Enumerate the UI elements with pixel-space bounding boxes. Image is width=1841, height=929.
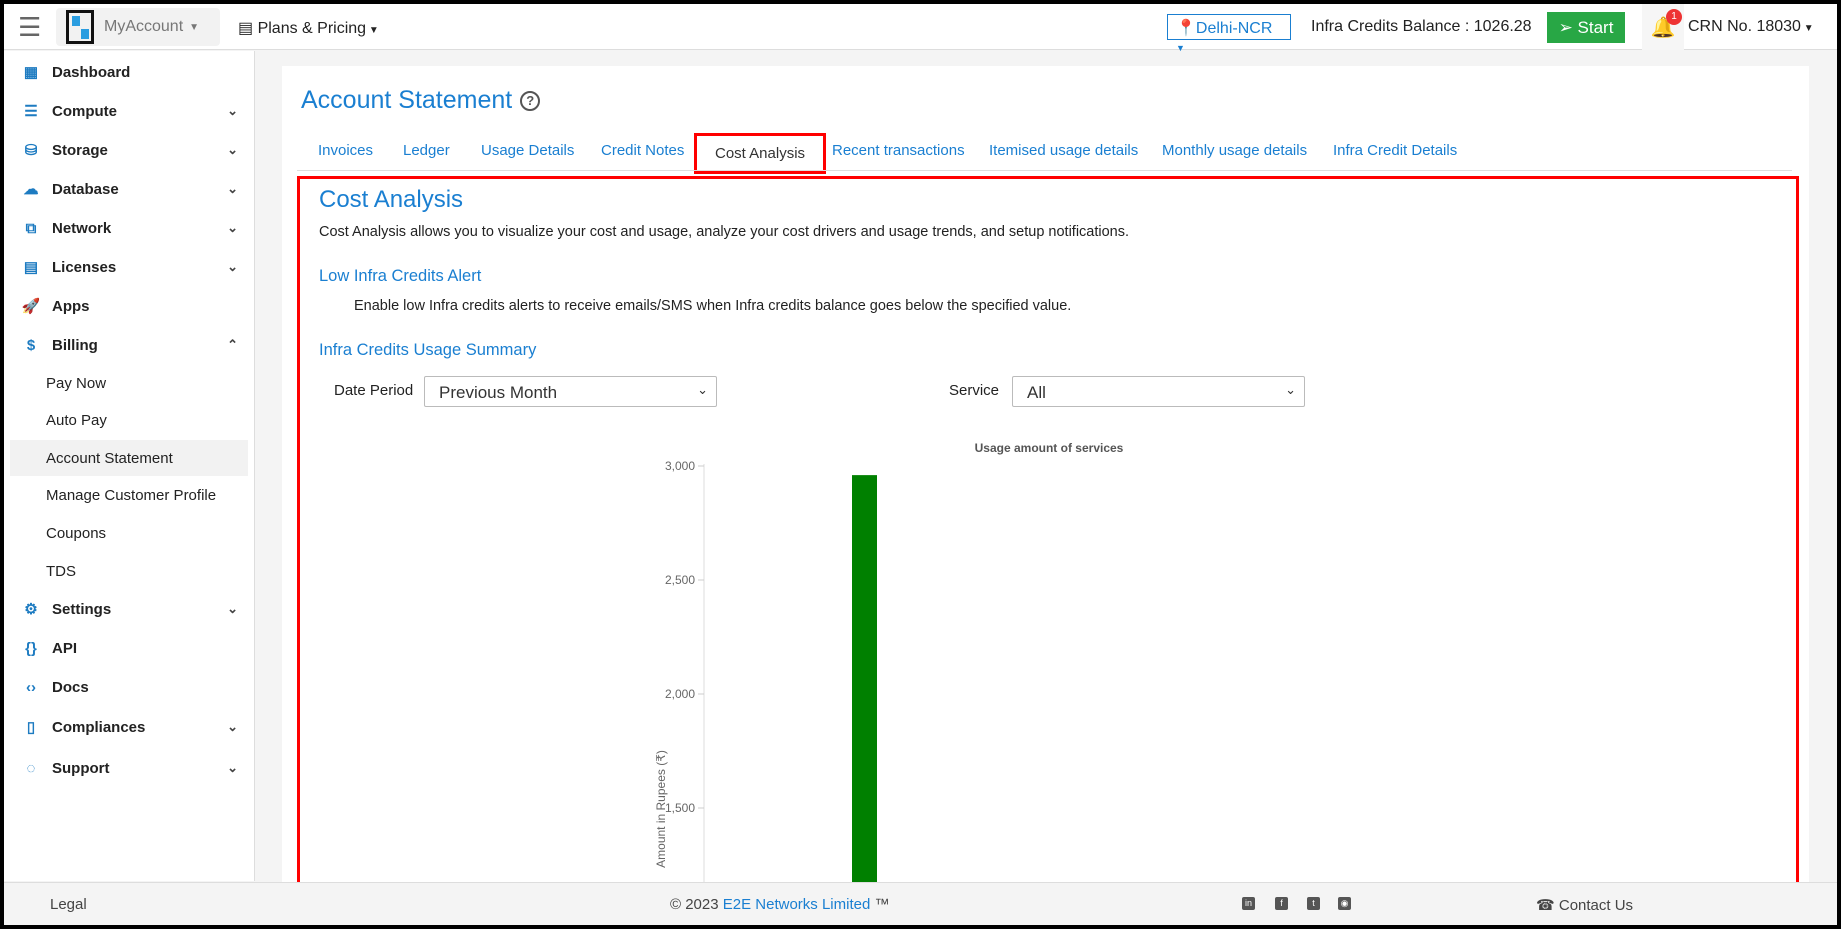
sidebar-item-compliances[interactable]: ▯ Compliances ⌄ (4, 709, 254, 745)
server-icon: ☰ (24, 103, 38, 120)
notifications-button[interactable]: 🔔 1 (1642, 4, 1684, 50)
sidebar-item-docs[interactable]: ‹› Docs (4, 669, 254, 705)
chevron-down-icon: ⌄ (227, 760, 238, 775)
sidebar-item-label: API (52, 639, 78, 657)
copyright: © 2023 E2E Networks Limited ™ (670, 896, 890, 913)
y-tick-label: 2,500 (665, 573, 695, 587)
sidebar-item-dashboard[interactable]: ▦ Dashboard (4, 54, 254, 90)
region-selector[interactable]: 📍Delhi-NCR ▼ (1167, 14, 1291, 53)
brand-label: MyAccount (104, 18, 184, 35)
sidebar-item-billing[interactable]: $ Billing ⌃ (4, 327, 254, 363)
sidebar-item-label: Docs (52, 678, 89, 696)
sidebar-item-label: Settings (52, 600, 112, 618)
cloud-database-icon: ☁ (23, 181, 39, 198)
chevron-down-icon: ⌄ (227, 142, 238, 157)
sidebar-subitem-manage-customer-profile[interactable]: Manage Customer Profile (10, 478, 248, 514)
rss-icon[interactable]: ◉ (1338, 897, 1351, 910)
linkedin-icon[interactable]: in (1242, 897, 1255, 910)
bar[interactable] (852, 475, 877, 884)
sidebar-item-compute[interactable]: ☰ Compute ⌄ (4, 93, 254, 129)
phone-icon: ☎ (1536, 897, 1559, 914)
sidebar-subitem-tds[interactable]: TDS (10, 553, 248, 589)
account-statement-card: Account Statement ? Invoices Ledger Usage … (282, 66, 1809, 896)
network-icon: ⧉ (25, 219, 37, 237)
sidebar-item-settings[interactable]: ⚙ Settings ⌄ (4, 591, 254, 627)
document-icon: ▯ (26, 719, 36, 736)
sidebar-item-database[interactable]: ☁ Database ⌄ (4, 171, 254, 207)
chevron-down-icon: ⌄ (227, 181, 238, 196)
sidebar-subitem-account-statement[interactable]: Account Statement (10, 440, 248, 477)
list-icon: ▤ (238, 20, 258, 37)
y-tick-label: 2,000 (665, 687, 695, 701)
chevron-down-icon: ⌄ (227, 601, 238, 616)
sidebar: ▦ Dashboard ☰ Compute ⌄ ⛁ Storage ⌄ ☁ Database ⌄ ⧉ N… (4, 51, 255, 881)
sidebar-item-label: Billing (52, 336, 98, 354)
chevron-down-icon: ⌄ (227, 220, 238, 235)
credits-balance: Infra Credits Balance : 1026.28 (1311, 18, 1532, 35)
contact-us-link[interactable]: ☎ Contact Us (1536, 896, 1633, 914)
topbar: ☰ MyAccount ▼ ▤ Plans & Pricing ▼ 📍Delhi-… (4, 4, 1837, 53)
chart-title: Usage amount of services (975, 441, 1124, 455)
twitter-icon[interactable]: t (1307, 897, 1320, 910)
sidebar-item-label: Licenses (52, 258, 117, 276)
chevron-up-icon: ⌃ (227, 337, 238, 352)
sidebar-item-licenses[interactable]: ▤ Licenses ⌄ (4, 249, 254, 285)
chevron-down-icon: ⌄ (227, 103, 238, 118)
rocket-icon: 🚀 (21, 298, 41, 315)
dashboard-icon: ▦ (23, 64, 39, 81)
y-tick-label: 3,000 (665, 459, 695, 473)
code-icon: ‹› (26, 678, 36, 696)
sidebar-item-label: Compute (52, 102, 117, 120)
paper-plane-icon: ➢ (1558, 17, 1578, 37)
sidebar-item-support[interactable]: ◌ Support ⌄ (4, 750, 254, 786)
sidebar-item-storage[interactable]: ⛁ Storage ⌄ (4, 132, 254, 168)
sidebar-subitem-pay-now[interactable]: Pay Now (10, 365, 248, 401)
menu-icon[interactable]: ☰ (18, 12, 41, 43)
sidebar-item-label: Apps (52, 297, 90, 315)
usage-chart: Usage amount of services 3,000 2,500 2,000 1… (654, 441, 1124, 884)
plans-pricing-menu[interactable]: ▤ Plans & Pricing ▼ (238, 18, 379, 38)
facebook-icon[interactable]: f (1275, 897, 1288, 910)
sidebar-item-apps[interactable]: 🚀 Apps (4, 288, 254, 324)
sidebar-item-network[interactable]: ⧉ Network ⌄ (4, 210, 254, 246)
sidebar-subitem-auto-pay[interactable]: Auto Pay (10, 403, 248, 439)
start-button[interactable]: ➢ Start (1547, 12, 1625, 43)
company-link[interactable]: E2E Networks Limited (723, 896, 871, 913)
billing-icon: $ (26, 336, 36, 354)
braces-icon: {} (25, 639, 37, 657)
sidebar-item-label: Support (52, 759, 110, 777)
y-tick-label: 1,500 (665, 801, 695, 815)
sidebar-item-label: Compliances (52, 718, 146, 736)
sidebar-subitem-coupons[interactable]: Coupons (10, 515, 248, 551)
sidebar-item-api[interactable]: {} API (4, 630, 254, 666)
sidebar-item-label: Database (52, 180, 119, 198)
account-menu[interactable]: CRN No. 18030 ▼ (1688, 18, 1814, 36)
location-icon: 📍 (1176, 20, 1196, 37)
support-icon: ◌ (26, 759, 36, 777)
brand-dropdown[interactable]: MyAccount ▼ (56, 8, 220, 46)
gear-icon: ⚙ (24, 601, 38, 618)
chevron-down-icon: ⌄ (227, 259, 238, 274)
grid-icon: ▤ (23, 259, 39, 276)
footer: Legal © 2023 E2E Networks Limited ™ in f t… (4, 882, 1837, 925)
e2e-logo (66, 10, 94, 44)
notification-badge: 1 (1666, 9, 1682, 25)
chevron-down-icon: ⌄ (227, 719, 238, 734)
sidebar-item-label: Network (52, 219, 112, 237)
sidebar-item-label: Storage (52, 141, 108, 159)
y-axis-label: Amount in Rupees (₹) (654, 750, 668, 868)
sidebar-item-label: Dashboard (52, 63, 131, 81)
legal-link[interactable]: Legal (50, 896, 87, 913)
database-icon: ⛁ (24, 142, 38, 159)
